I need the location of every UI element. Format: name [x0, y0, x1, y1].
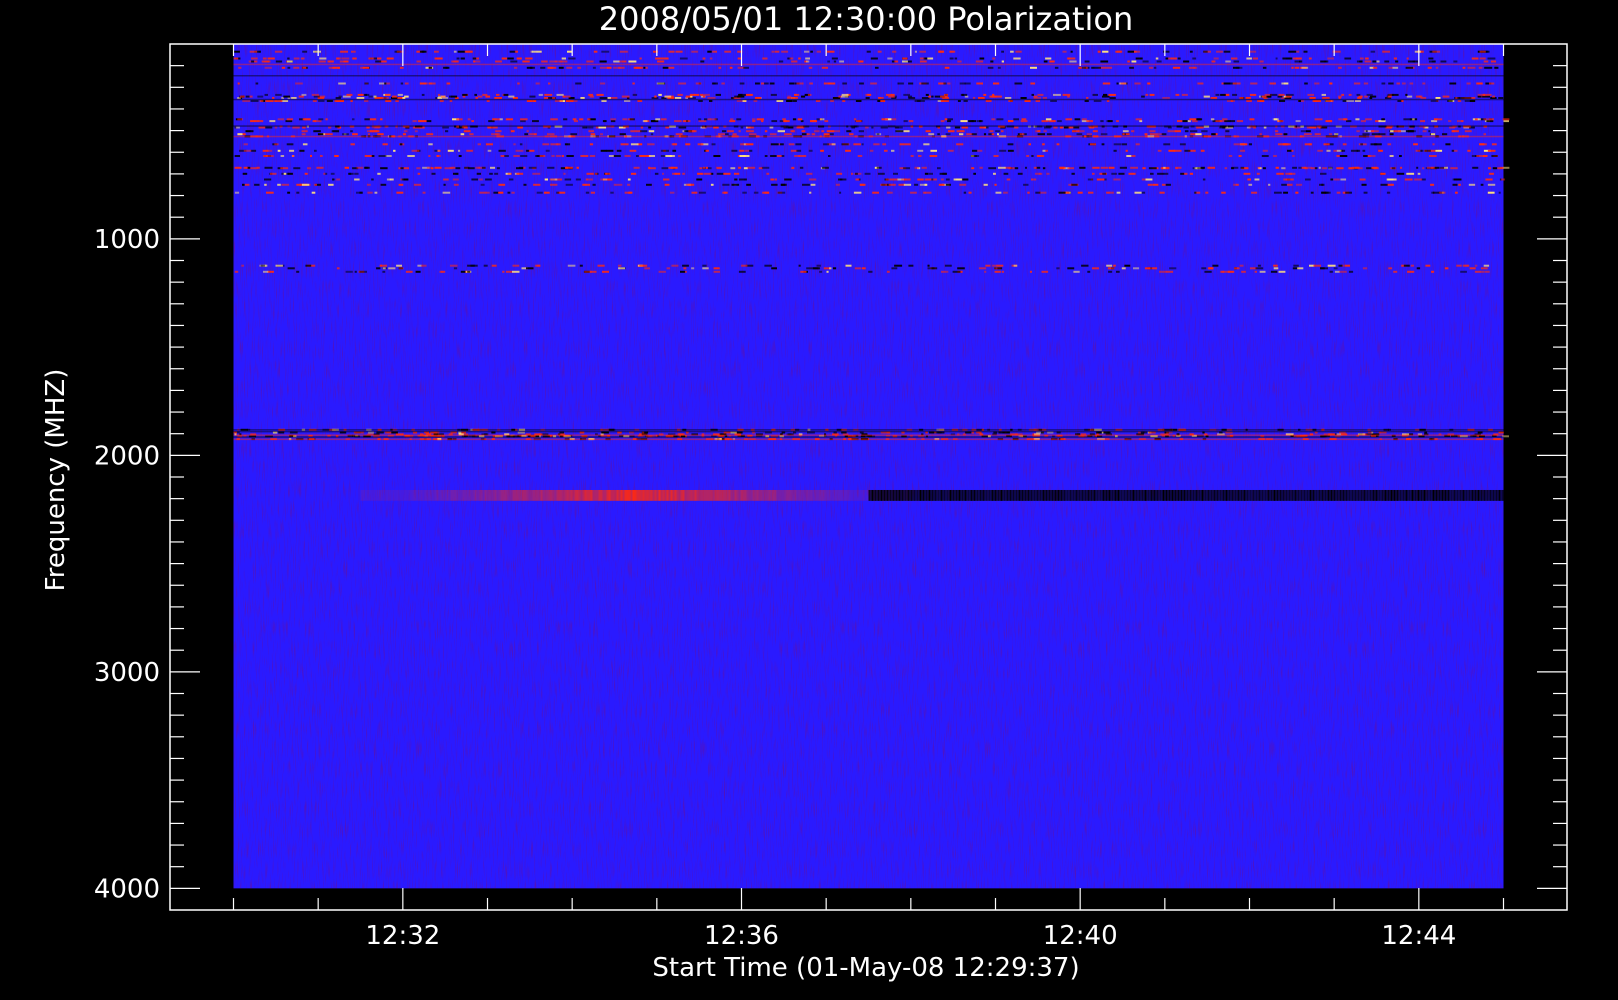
y-tick-label: 3000 — [94, 658, 160, 688]
plot-area: 1000 2000 3000 4000 12:32 12:36 12:40 12:44 — [94, 43, 1568, 951]
y-tick-label: 4000 — [94, 874, 160, 904]
y-axis-label: Frequency (MHZ) — [41, 369, 71, 592]
x-axis-label: Start Time (01-May-08 12:29:37) — [652, 953, 1079, 983]
heatmap-noise — [233, 44, 1504, 889]
feature-band-2180-black — [868, 489, 1504, 501]
x-tick-label: 12:32 — [365, 921, 440, 951]
chart-title: 2008/05/01 12:30:00 Polarization — [599, 0, 1133, 38]
y-tick-label: 1000 — [94, 225, 160, 255]
x-tick-label: 12:44 — [1381, 921, 1456, 951]
x-tick-label: 12:36 — [704, 921, 779, 951]
feature-band-2180-red — [360, 489, 913, 501]
spectrogram-chart: 2008/05/01 12:30:00 Polarization 1000 200… — [41, 0, 1568, 983]
x-tick-label: 12:40 — [1043, 921, 1118, 951]
y-tick-label: 2000 — [94, 441, 160, 471]
